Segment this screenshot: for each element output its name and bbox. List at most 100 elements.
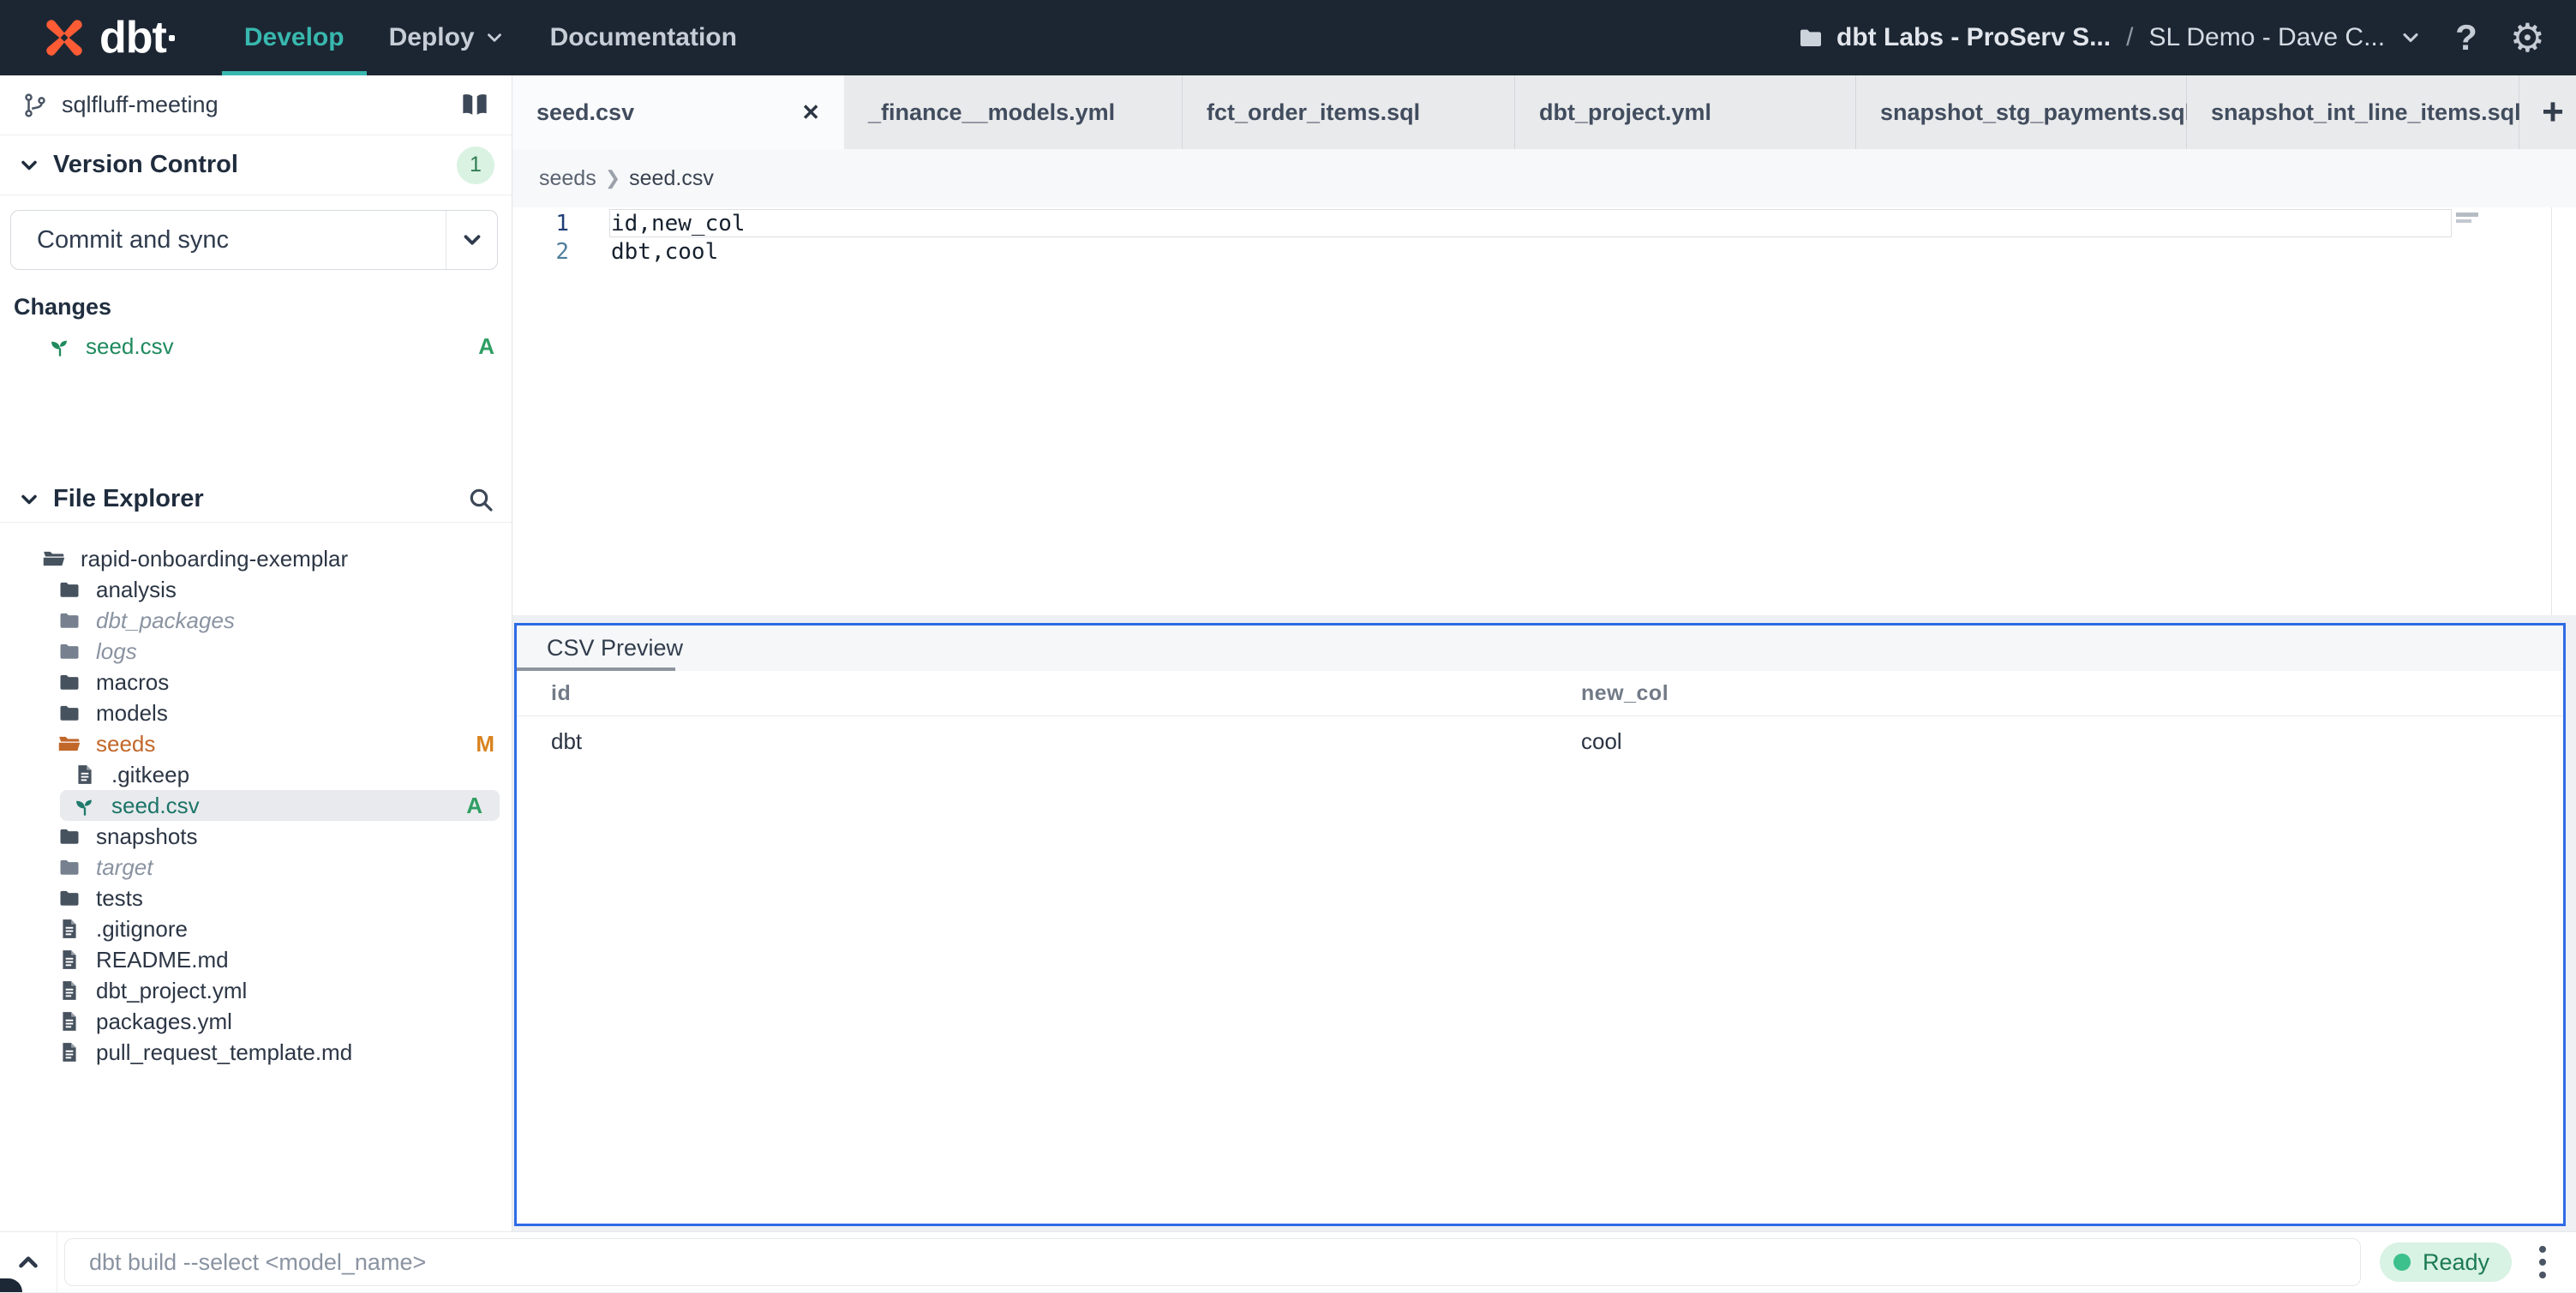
dbt-logo-icon	[46, 20, 82, 56]
tab-snapshot-stg-payments-sql[interactable]: snapshot_stg_payments.sql	[1856, 75, 2191, 149]
tab-finance-models-yml[interactable]: _finance__models.yml	[844, 75, 1183, 149]
folder-icon	[55, 578, 84, 602]
account-project-selector[interactable]: dbt Labs - ProServ S... / SL Demo - Dave…	[1797, 23, 2423, 52]
tree-item-folder[interactable]: logs	[0, 636, 512, 667]
tree-item-folder[interactable]: snapshots	[0, 821, 512, 852]
tree-item-folder[interactable]: tests	[0, 883, 512, 913]
tree-item-root-folder[interactable]: rapid-onboarding-exemplar	[0, 543, 512, 574]
changed-file-row[interactable]: seed.csv A	[0, 329, 512, 363]
expand-panel-button[interactable]	[0, 1248, 57, 1277]
breadcrumb-file[interactable]: seed.csv	[629, 166, 714, 191]
file-icon	[55, 949, 84, 971]
column-header: id	[551, 680, 572, 705]
changes-count-badge: 1	[457, 146, 494, 184]
status-text: Ready	[2423, 1248, 2490, 1275]
version-control-title: Version Control	[53, 151, 238, 178]
editor-minimap[interactable]	[2453, 209, 2553, 615]
tree-item-folder[interactable]: analysis	[0, 574, 512, 605]
chevron-down-icon	[21, 494, 37, 504]
cell-value: dbt	[551, 727, 583, 754]
chevron-down-icon	[2399, 26, 2423, 50]
tab-dbt-project-yml[interactable]: dbt_project.yml	[1515, 75, 1856, 149]
chevron-down-icon	[21, 160, 37, 170]
nav-documentation[interactable]: Documentation	[528, 0, 759, 75]
seedling-icon	[70, 793, 99, 817]
csv-data-row: dbt cool	[517, 716, 2563, 766]
tree-item-file[interactable]: README.md	[0, 944, 512, 975]
left-sidebar: sqlfluff-meeting Version Control 1 Commi…	[0, 75, 512, 1231]
file-icon	[55, 1010, 84, 1033]
close-icon[interactable]: ✕	[776, 99, 820, 126]
file-icon	[55, 918, 84, 940]
folder-icon	[55, 670, 84, 694]
editor-scrollbar-track[interactable]	[2551, 207, 2552, 615]
search-icon[interactable]	[467, 486, 494, 513]
chevron-right-icon: ❯	[604, 167, 621, 189]
git-branch-row[interactable]: sqlfluff-meeting	[0, 75, 512, 135]
csv-preview-panel: CSV Preview id new_col dbt cool	[514, 623, 2566, 1226]
tab-fct-order-items-sql[interactable]: fct_order_items.sql	[1183, 75, 1515, 149]
csv-preview-tab[interactable]: CSV Preview	[517, 626, 2563, 671]
tab-seed-csv[interactable]: seed.csv ✕	[512, 75, 844, 149]
folder-icon	[55, 608, 84, 632]
git-status-badge: A	[466, 792, 482, 818]
branch-name: sqlfluff-meeting	[62, 92, 219, 117]
tree-item-file[interactable]: .gitkeep	[0, 759, 512, 790]
folder-icon	[1800, 29, 1822, 46]
column-header: new_col	[1581, 680, 1669, 705]
minimap-line	[2456, 213, 2478, 217]
line-number: 1	[555, 210, 569, 236]
git-status-badge: A	[478, 332, 494, 359]
seedling-icon	[51, 340, 67, 356]
gear-icon: ⚙	[2509, 15, 2545, 60]
tree-item-seeds-folder[interactable]: seeds M	[0, 728, 512, 759]
file-icon	[55, 1041, 84, 1063]
command-input[interactable]	[64, 1238, 2361, 1286]
file-icon	[70, 763, 99, 786]
tree-item-folder[interactable]: dbt_packages	[0, 605, 512, 636]
nav-deploy[interactable]: Deploy	[367, 0, 528, 75]
help-button[interactable]: ?	[2455, 17, 2477, 58]
nav-develop[interactable]: Develop	[221, 0, 367, 75]
code-line[interactable]: 1 id,new_col	[512, 209, 2576, 237]
folder-open-icon	[39, 546, 69, 572]
brand-wordmark: dbt	[99, 13, 167, 63]
version-control-header[interactable]: Version Control 1	[0, 135, 512, 195]
tree-item-folder[interactable]: macros	[0, 667, 512, 697]
folder-icon	[55, 824, 84, 848]
chevron-down-icon	[483, 27, 506, 49]
account-separator: /	[2126, 23, 2134, 51]
top-bar: dbt Develop Deploy Documentation dbt Lab…	[0, 0, 2576, 75]
folder-icon	[55, 886, 84, 910]
tree-item-file[interactable]: packages.yml	[0, 1006, 512, 1037]
line-number: 2	[555, 238, 569, 265]
folder-icon	[55, 639, 84, 663]
file-icon	[55, 979, 84, 1002]
tree-item-folder[interactable]: models	[0, 697, 512, 728]
code-editor[interactable]: 1 id,new_col 2 dbt,cool	[512, 207, 2576, 615]
account-name: dbt Labs - ProServ S...	[1836, 23, 2112, 51]
kebab-menu-icon[interactable]	[2532, 1239, 2553, 1285]
settings-button[interactable]: ⚙	[2510, 18, 2545, 57]
file-explorer-header[interactable]: File Explorer	[0, 476, 512, 523]
file-explorer-title: File Explorer	[53, 485, 204, 512]
folder-icon	[55, 701, 84, 725]
tree-item-file[interactable]: .gitignore	[0, 913, 512, 944]
code-line[interactable]: 2 dbt,cool	[512, 237, 2576, 266]
tree-item-seed-csv[interactable]: seed.csv A	[60, 790, 500, 821]
tree-item-file[interactable]: dbt_project.yml	[0, 975, 512, 1006]
line-content: dbt,cool	[611, 238, 719, 265]
commit-options-caret[interactable]	[446, 211, 497, 269]
tab-snapshot-int-line-items-sql[interactable]: snapshot_int_line_items.sql	[2187, 75, 2521, 149]
tree-item-file[interactable]: pull_request_template.md	[0, 1037, 512, 1068]
new-tab-button[interactable]: +	[2530, 75, 2576, 149]
dbt-logo[interactable]: dbt	[41, 12, 175, 63]
status-dot-icon	[2393, 1254, 2411, 1271]
breadcrumb: seeds ❯ seed.csv	[512, 149, 2576, 207]
commit-and-sync-button[interactable]: Commit and sync	[10, 210, 498, 270]
tree-item-folder[interactable]: target	[0, 852, 512, 883]
breadcrumb-folder[interactable]: seeds	[539, 166, 596, 191]
docs-book-icon[interactable]	[460, 93, 489, 118]
project-name: SL Demo - Dave C...	[2148, 23, 2386, 51]
csv-preview-title: CSV Preview	[547, 635, 684, 661]
